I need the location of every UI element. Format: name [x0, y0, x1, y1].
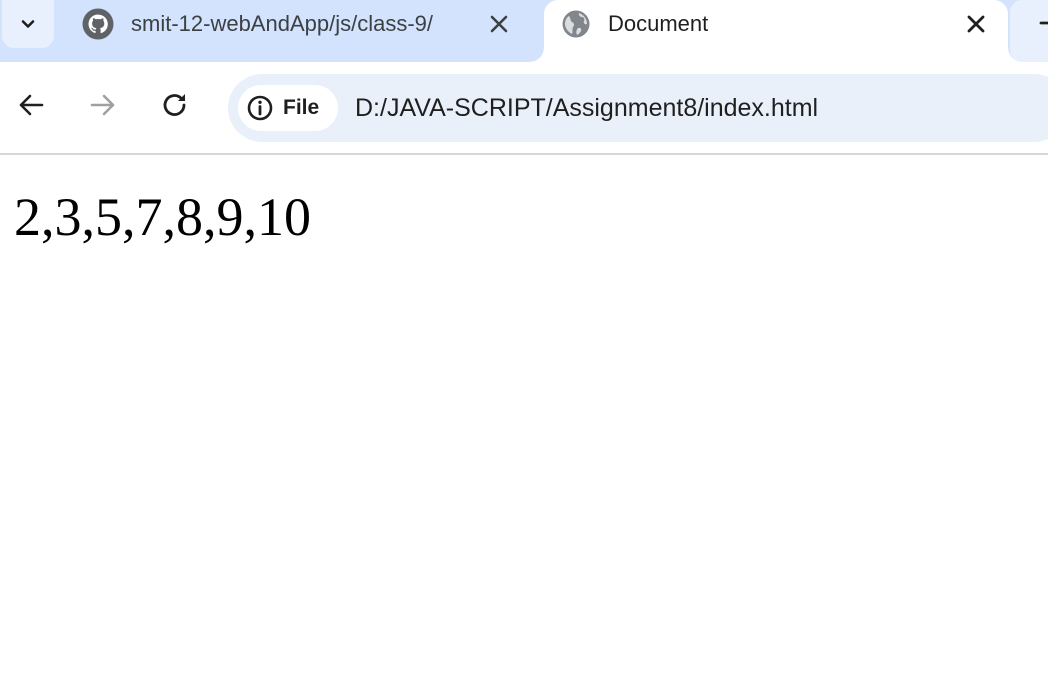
- address-bar[interactable]: File D:/JAVA-SCRIPT/Assignment8/index.ht…: [228, 74, 1048, 142]
- tab-search-button[interactable]: [2, 0, 54, 48]
- tab-title: Document: [608, 11, 709, 36]
- site-info-chip[interactable]: File: [238, 85, 338, 131]
- plus-icon: [1039, 21, 1048, 25]
- github-icon: [82, 8, 114, 40]
- site-info-label: File: [283, 96, 320, 119]
- browser-toolbar: File D:/JAVA-SCRIPT/Assignment8/index.ht…: [0, 62, 1048, 155]
- output-text: 2,3,5,7,8,9,10: [14, 187, 311, 247]
- tab-strip: smit-12-webAndApp/js/class-9/ Document: [0, 0, 1048, 62]
- tab-document[interactable]: Document: [530, 0, 1022, 62]
- close-icon: [490, 15, 508, 33]
- chevron-down-icon: [21, 20, 35, 28]
- close-icon: [967, 15, 985, 33]
- url-text[interactable]: D:/JAVA-SCRIPT/Assignment8/index.html: [355, 74, 818, 142]
- back-button[interactable]: [13, 87, 49, 123]
- reload-icon: [163, 94, 186, 116]
- tab-title: smit-12-webAndApp/js/class-9/: [131, 11, 434, 36]
- close-tab-button[interactable]: [962, 10, 990, 38]
- info-icon: [247, 95, 273, 121]
- forward-arrow-icon: [90, 94, 115, 116]
- new-tab-button[interactable]: [1010, 0, 1048, 62]
- globe-icon: [562, 10, 590, 38]
- back-arrow-icon: [19, 94, 44, 116]
- tab-github[interactable]: smit-12-webAndApp/js/class-9/: [70, 0, 530, 62]
- forward-button[interactable]: [85, 87, 121, 123]
- page-content: 2,3,5,7,8,9,10: [0, 157, 1048, 682]
- reload-button[interactable]: [157, 87, 193, 123]
- close-tab-button[interactable]: [485, 10, 513, 38]
